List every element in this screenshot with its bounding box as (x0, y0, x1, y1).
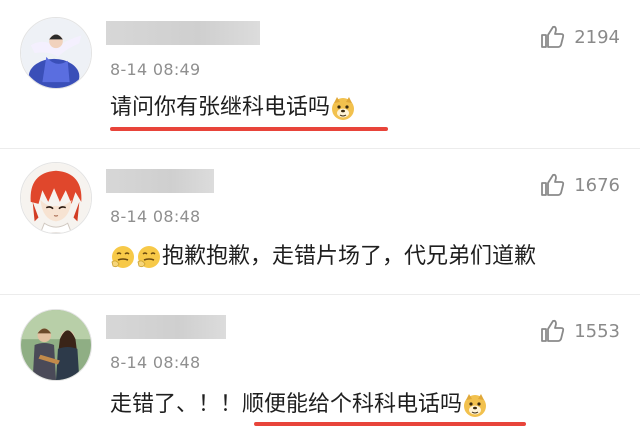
like-count: 2194 (574, 26, 620, 48)
like-count: 1676 (574, 174, 620, 196)
thumbs-up-icon (541, 25, 565, 48)
avatar[interactable] (20, 162, 92, 234)
thumbs-up-icon (541, 173, 565, 196)
comment-item: 8-14 08:49 2194 请问你有张继科电话吗 (0, 0, 640, 148)
doge-icon (330, 95, 356, 121)
comment-body: 请问你有张继科电话吗 (110, 95, 331, 120)
grimace-icon (110, 244, 136, 270)
comment-body-plain: 走错了、！！ (110, 392, 243, 417)
comment-text: 走错了、！！ 顺便能给个科科电话吗 (110, 390, 488, 420)
comment-text: 抱歉抱歉，走错片场了，代兄弟们道歉 (110, 242, 536, 272)
username-redacted[interactable] (106, 21, 260, 45)
username-redacted[interactable] (106, 169, 214, 193)
comment-text: 请问你有张继科电话吗 (110, 93, 356, 123)
comment-item: 8-14 08:48 1553 走错了、！！ 顺便能给个科科电话吗 (0, 294, 640, 447)
doge-icon (462, 392, 488, 418)
grimace-icon (136, 244, 162, 270)
like-count: 1553 (574, 320, 620, 342)
avatar[interactable] (20, 17, 92, 89)
thumbs-up-icon (541, 319, 565, 342)
avatar[interactable] (20, 309, 92, 381)
timestamp: 8-14 08:49 (110, 60, 201, 79)
comment-body: 抱歉抱歉，走错片场了，代兄弟们道歉 (162, 244, 537, 269)
like-button[interactable]: 2194 (538, 23, 620, 51)
like-button[interactable]: 1676 (538, 171, 620, 199)
anime-redhead-avatar-image (21, 163, 91, 233)
username-redacted[interactable] (106, 315, 226, 339)
couple-photo-avatar-image (21, 310, 91, 380)
comment-item: 8-14 08:48 1676 抱歉抱歉，走错片场了，代兄弟们道歉 (0, 148, 640, 295)
comment-body-underlined: 顺便能给个科科电话吗 (242, 392, 463, 417)
like-button[interactable]: 1553 (538, 317, 620, 345)
timestamp: 8-14 08:48 (110, 207, 201, 226)
highlight-underline (254, 422, 526, 426)
timestamp: 8-14 08:48 (110, 353, 201, 372)
dancer-avatar-image (21, 18, 91, 88)
highlight-underline (110, 127, 388, 131)
